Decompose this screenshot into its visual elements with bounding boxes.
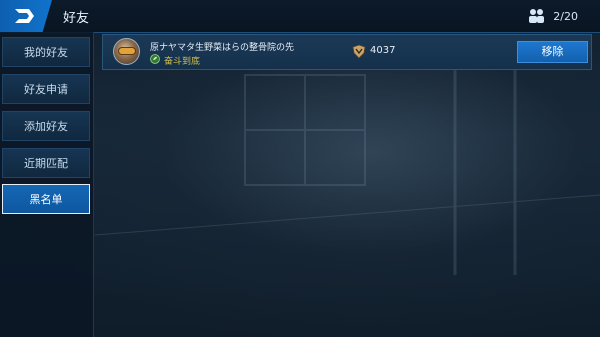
friend-count-value: 2/20 [553, 9, 578, 23]
player-status: 奋斗到底 [164, 57, 201, 67]
player-name: 原ナヤマタ生野菜はらの整骨院の先 [150, 43, 295, 53]
friend-count: 2/20 [527, 6, 578, 26]
sidebar: 我的好友 好友申请 添加好友 近期匹配 黑名单 [0, 32, 94, 337]
page-title: 好友 [63, 11, 90, 26]
friends-group-icon [529, 9, 545, 23]
leaf-status-icon [150, 54, 160, 64]
sidebar-item-add-friend[interactable]: 添加好友 [2, 111, 90, 141]
top-bar: 好友 2/20 [0, 0, 600, 33]
sidebar-item-blacklist[interactable]: 黑名单 [2, 184, 90, 214]
rank-shield-icon [352, 44, 366, 59]
sidebar-item-friend-requests[interactable]: 好友申请 [2, 74, 90, 104]
avatar[interactable] [113, 38, 140, 65]
back-arrow-icon [15, 9, 34, 23]
blacklist-row: 原ナヤマタ生野菜はらの整骨院の先 奋斗到底 4037 移除 [102, 34, 592, 70]
rank-score: 4037 [370, 45, 396, 56]
sidebar-item-my-friends[interactable]: 我的好友 [2, 37, 90, 67]
background-decor [95, 35, 600, 275]
back-button[interactable] [0, 0, 52, 32]
remove-button[interactable]: 移除 [517, 41, 588, 63]
sidebar-item-recent-matches[interactable]: 近期匹配 [2, 148, 90, 178]
